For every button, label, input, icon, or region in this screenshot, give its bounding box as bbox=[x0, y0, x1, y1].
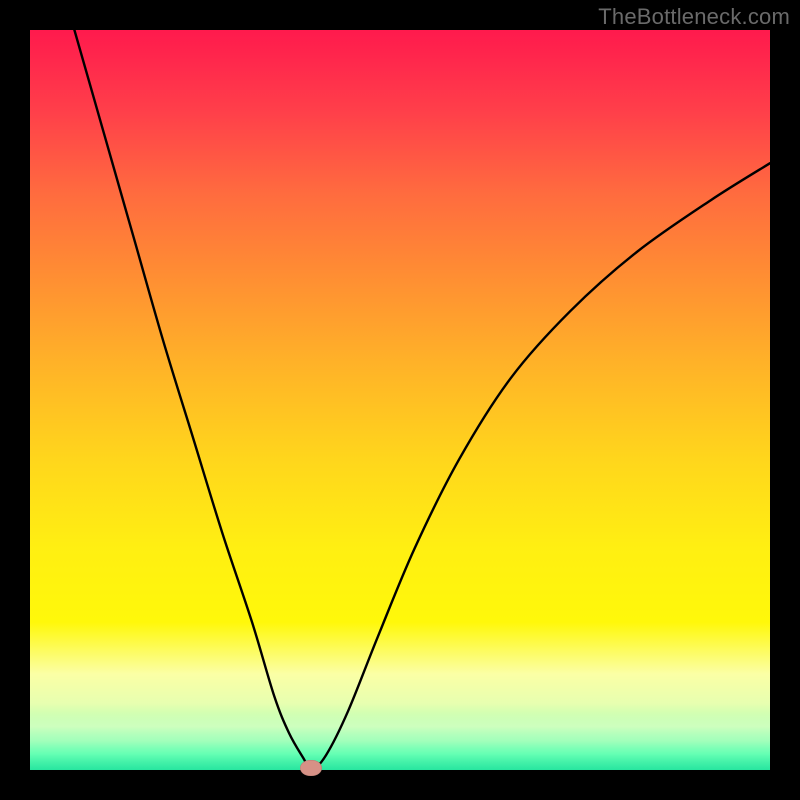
bottleneck-curve bbox=[30, 30, 770, 770]
minimum-marker-dot bbox=[300, 760, 322, 776]
chart-frame: TheBottleneck.com bbox=[0, 0, 800, 800]
watermark-text: TheBottleneck.com bbox=[598, 4, 790, 30]
